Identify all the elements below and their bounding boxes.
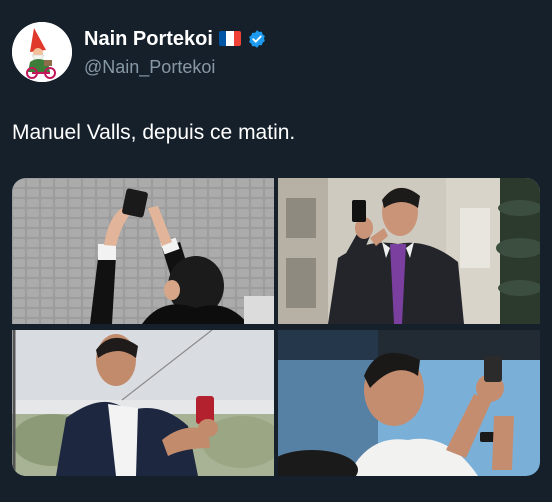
- france-flag-icon: [218, 31, 241, 46]
- photo-1-image: [12, 178, 274, 324]
- media-grid: [12, 178, 540, 476]
- verified-badge-icon: [249, 29, 265, 48]
- tweet-text: Manuel Valls, depuis ce matin.: [12, 121, 296, 144]
- name-row: Nain Portekoi: [84, 27, 267, 51]
- tweet-header: Nain Portekoi @Nain_Portekoi: [12, 22, 267, 82]
- tweet[interactable]: Nain Portekoi @Nain_Portekoi Manuel Vall…: [0, 0, 552, 502]
- photo-2[interactable]: [278, 178, 540, 324]
- photo-3-image: [12, 330, 274, 476]
- photo-1[interactable]: [12, 178, 274, 324]
- display-name[interactable]: Nain Portekoi: [84, 27, 213, 51]
- garden-gnome-avatar-icon: [12, 22, 72, 82]
- photo-3[interactable]: [12, 330, 274, 476]
- user-handle[interactable]: @Nain_Portekoi: [84, 56, 267, 78]
- avatar[interactable]: [12, 22, 72, 82]
- photo-4[interactable]: [278, 330, 540, 476]
- photo-2-image: [278, 178, 540, 324]
- user-names: Nain Portekoi @Nain_Portekoi: [84, 27, 267, 78]
- photo-4-image: [278, 330, 540, 476]
